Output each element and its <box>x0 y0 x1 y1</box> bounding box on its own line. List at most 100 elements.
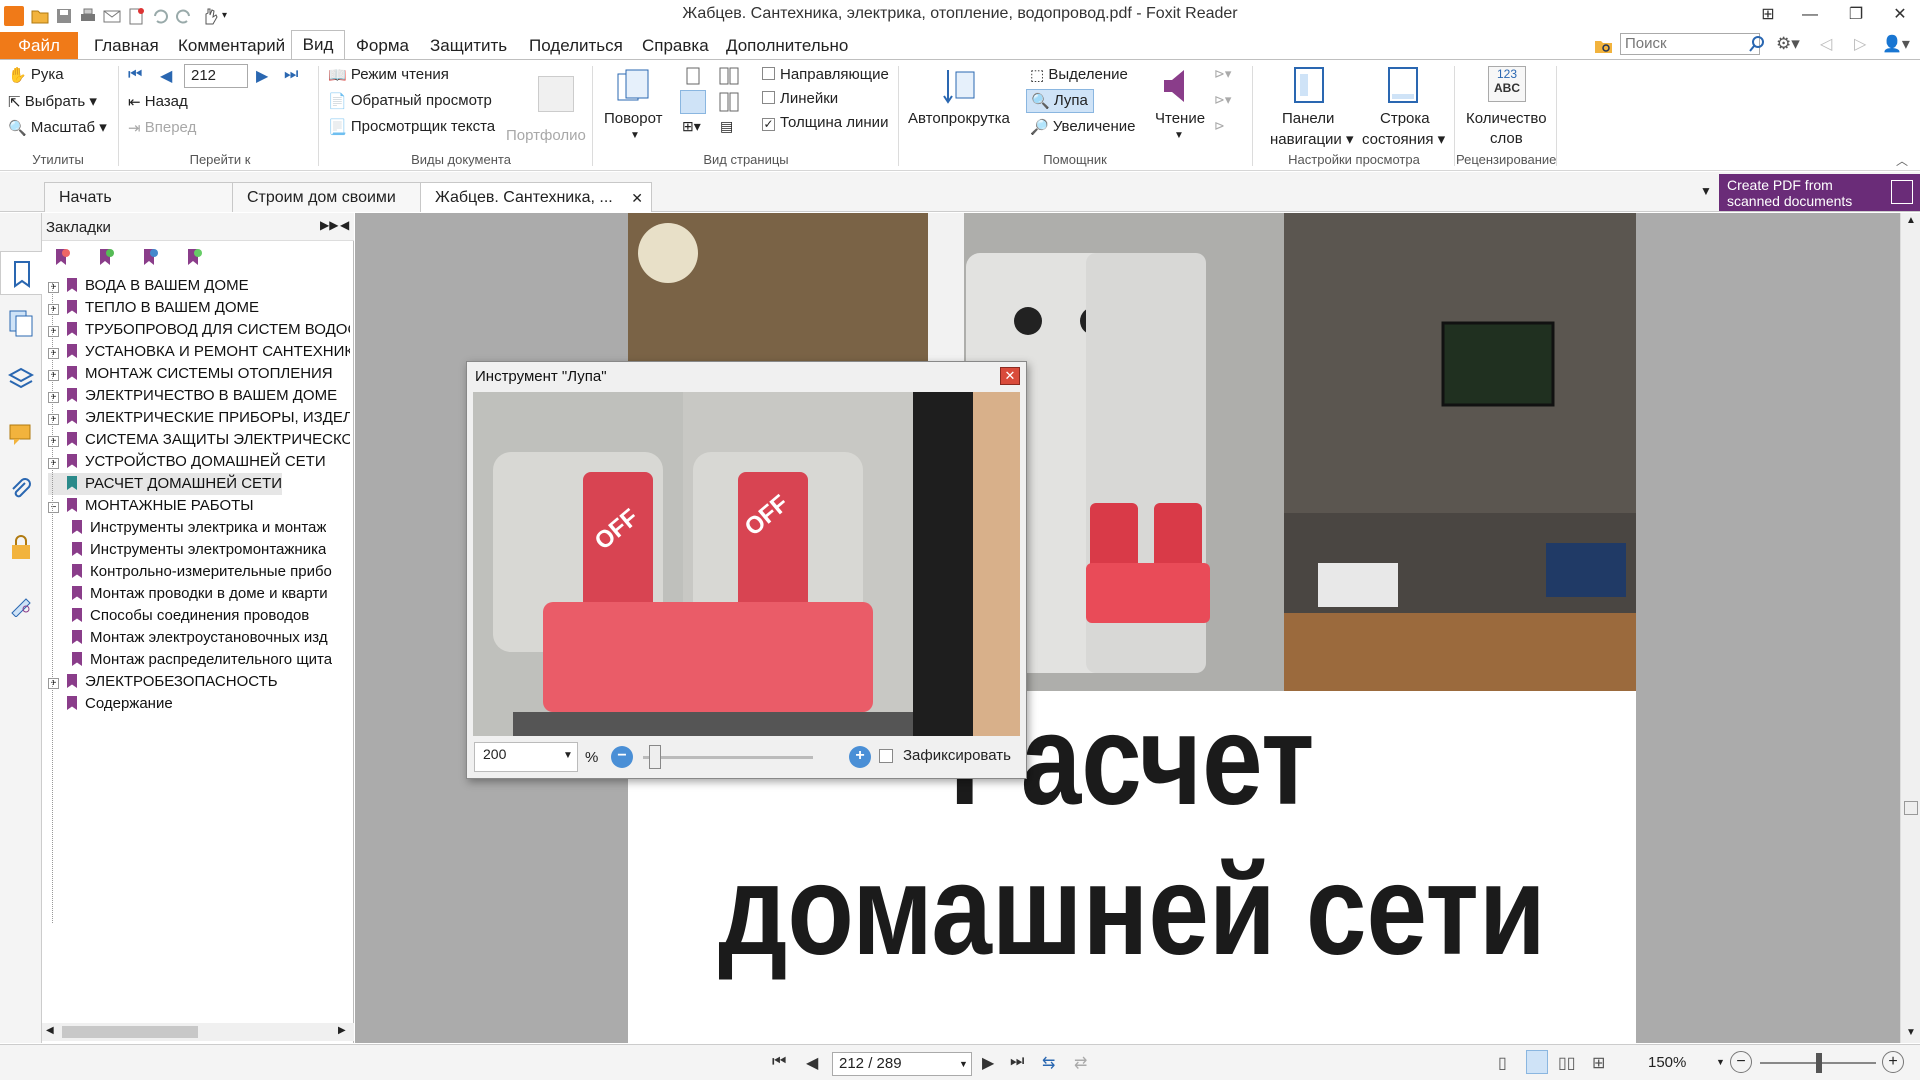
tree-expander-icon[interactable]: + <box>48 282 59 293</box>
scroll-thumb[interactable] <box>1904 801 1918 815</box>
nav-panels-button[interactable]: навигации ▾ <box>1270 130 1354 148</box>
loupe-zoom-slider-thumb[interactable] <box>649 745 661 769</box>
menu-file[interactable]: Файл <box>0 32 78 60</box>
collapse-ribbon-icon[interactable]: ︿ <box>1896 152 1908 169</box>
maximize-button[interactable]: ❐ <box>1836 2 1876 28</box>
scroll-up-icon[interactable]: ▲ <box>1906 215 1916 226</box>
word-count-button[interactable]: слов <box>1490 130 1523 147</box>
bookmarks-horizontal-scrollbar[interactable]: ◀ ▶ <box>42 1023 354 1041</box>
menu-view[interactable]: Вид <box>291 30 345 60</box>
separate-cover-icon[interactable]: ▤ <box>720 118 742 138</box>
bookmark-subitem[interactable]: Монтаж проводки в доме и кварти <box>72 583 328 605</box>
status-prev-page-icon[interactable]: ◀ <box>806 1053 818 1073</box>
nav-prev-icon[interactable]: ◁ <box>1820 34 1832 54</box>
menu-form[interactable]: Форма <box>356 36 409 56</box>
selection-button[interactable]: ⬚ Выделение <box>1030 66 1128 84</box>
status-zoom-out-icon[interactable]: − <box>1730 1051 1752 1073</box>
first-page-icon[interactable]: ⏮ <box>128 66 142 84</box>
line-weights-checkbox[interactable]: ✓ Толщина линии <box>762 114 888 131</box>
menu-help[interactable]: Справка <box>642 36 709 56</box>
status-single-page-icon[interactable]: ▯ <box>1498 1053 1507 1073</box>
scroll-right-icon[interactable]: ▶ <box>338 1025 346 1036</box>
add-bookmark-icon[interactable] <box>96 247 116 267</box>
prev-page-icon[interactable]: ◀ <box>160 66 172 86</box>
minimize-button[interactable]: — <box>1790 2 1830 28</box>
bookmark-subitem[interactable]: Инструменты электромонтажника <box>72 539 326 561</box>
nav-next-icon[interactable]: ▷ <box>1854 34 1866 54</box>
settings-gear-icon[interactable]: ⚙▾ <box>1776 34 1800 54</box>
guides-checkbox[interactable]: Направляющие <box>762 66 889 83</box>
lock-checkbox[interactable] <box>879 749 893 763</box>
expand-bookmark-icon[interactable] <box>184 247 204 267</box>
reverse-view-button[interactable]: 📄 Обратный просмотр <box>328 92 492 110</box>
rotate-button[interactable]: Поворот <box>604 110 663 127</box>
bookmark-item[interactable]: + СИСТЕМА ЗАЩИТЫ ЭЛЕКТРИЧЕСКОЙ <box>48 429 350 451</box>
menu-protect[interactable]: Защитить <box>430 36 507 56</box>
bookmark-item[interactable]: + ЭЛЕКТРОБЕЗОПАСНОСТЬ <box>48 671 278 693</box>
status-bar-label-1[interactable]: Строка <box>1380 110 1430 127</box>
tab-document-active[interactable]: Жабцев. Сантехника, ... ✕ <box>420 182 652 212</box>
status-page-input[interactable]: 212 / 289 ▼ <box>832 1052 972 1076</box>
promo-banner[interactable]: Create PDF from scanned documents <box>1719 174 1920 211</box>
status-zoom-slider-thumb[interactable] <box>1816 1053 1822 1073</box>
back-button[interactable]: ⇤ Назад <box>128 93 188 111</box>
next-page-icon[interactable]: ▶ <box>256 66 268 86</box>
bookmark-subitem[interactable]: Монтаж распределительного щита <box>72 649 332 671</box>
tab-list-dropdown-icon[interactable]: ▼ <box>1700 184 1712 198</box>
tree-expander-icon[interactable]: + <box>48 348 59 359</box>
status-two-continuous-icon[interactable]: ⊞ <box>1592 1053 1605 1073</box>
tree-expander-icon[interactable]: + <box>48 304 59 315</box>
user-icon[interactable]: 👤▾ <box>1882 34 1910 54</box>
tree-expander-icon[interactable]: + <box>48 678 59 689</box>
autoscroll-button[interactable]: Автопрокрутка <box>908 110 1010 127</box>
status-continuous-icon[interactable] <box>1526 1050 1548 1074</box>
menu-extras[interactable]: Дополнительно <box>726 36 848 56</box>
nav-panels-label-1[interactable]: Панели <box>1282 110 1334 127</box>
loupe-zoom-select[interactable]: 200 ▼ <box>474 742 578 772</box>
two-page-icon[interactable] <box>718 66 740 86</box>
bookmark-item[interactable]: + ВОДА В ВАШЕМ ДОМЕ <box>48 275 249 297</box>
continuous-two-page-icon[interactable] <box>718 92 740 112</box>
search-input[interactable]: Поиск <box>1620 33 1760 55</box>
bookmark-item[interactable]: Содержание <box>48 693 173 715</box>
chevron-down-icon[interactable]: ▼ <box>959 1059 968 1069</box>
expand-panel-icon[interactable]: ▶▶ <box>320 218 338 232</box>
forward-button[interactable]: ⇥ Вперед <box>128 119 196 137</box>
zoom-out-icon[interactable]: − <box>611 746 633 768</box>
bookmark-item[interactable]: + МОНТАЖ СИСТЕМЫ ОТОПЛЕНИЯ <box>48 363 333 385</box>
status-back-view-icon[interactable]: ⇆ <box>1042 1053 1055 1073</box>
bookmark-item[interactable]: + УСТРОЙСТВО ДОМАШНЕЙ СЕТИ <box>48 451 326 473</box>
status-zoom-in-icon[interactable]: + <box>1882 1051 1904 1073</box>
scroll-left-icon[interactable]: ◀ <box>46 1025 54 1036</box>
rotate-dropdown-icon[interactable]: ▼ <box>630 130 640 141</box>
delete-bookmark-icon[interactable] <box>52 247 72 267</box>
page-transitions-icon[interactable]: ⊞▾ <box>682 118 716 138</box>
zoom-in-icon[interactable]: + <box>849 746 871 768</box>
read-option-2-icon[interactable]: ⊳▾ <box>1214 92 1231 108</box>
continuous-page-icon[interactable] <box>680 90 706 114</box>
loupe-button[interactable]: 🔍 Лупа <box>1026 89 1094 113</box>
bookmark-item[interactable]: РАСЧЕТ ДОМАШНЕЙ СЕТИ <box>48 473 282 495</box>
loupe-close-button[interactable]: ✕ <box>1000 367 1020 385</box>
portfolio-button[interactable]: Портфолио <box>506 76 586 144</box>
bookmark-item[interactable]: + ТЕПЛО В ВАШЕМ ДОМЕ <box>48 297 259 319</box>
reading-mode-button[interactable]: 📖 Режим чтения <box>328 66 449 84</box>
loupe-zoom-slider[interactable] <box>643 756 813 759</box>
read-option-3-icon[interactable]: ⊳ <box>1214 118 1225 134</box>
tree-expander-icon[interactable]: − <box>48 502 59 513</box>
status-last-page-icon[interactable]: ⏭ <box>1010 1053 1024 1071</box>
status-next-page-icon[interactable]: ▶ <box>982 1053 994 1073</box>
bookmark-item[interactable]: + ЭЛЕКТРИЧЕСКИЕ ПРИБОРЫ, ИЗДЕЛИЯ <box>48 407 350 429</box>
scroll-down-icon[interactable]: ▼ <box>1906 1027 1916 1038</box>
status-zoom-value[interactable]: 150% <box>1648 1054 1686 1071</box>
read-option-1-icon[interactable]: ⊳▾ <box>1214 66 1231 82</box>
bookmark-options-icon[interactable] <box>140 247 160 267</box>
loupe-tool-window[interactable]: Инструмент "Лупа" ✕ OFF OFF 200 ▼ % − + З… <box>466 361 1027 779</box>
status-first-page-icon[interactable]: ⏮ <box>772 1053 786 1071</box>
read-dropdown-icon[interactable]: ▼ <box>1174 130 1184 141</box>
hand-tool-button[interactable]: ✋ Рука <box>8 66 64 84</box>
bookmark-item[interactable]: + ЭЛЕКТРИЧЕСТВО В ВАШЕМ ДОМЕ <box>48 385 337 407</box>
menu-comment[interactable]: Комментарий <box>178 36 285 56</box>
zoom-tool-button[interactable]: 🔍 Масштаб ▾ <box>8 118 107 137</box>
tree-expander-icon[interactable]: + <box>48 370 59 381</box>
